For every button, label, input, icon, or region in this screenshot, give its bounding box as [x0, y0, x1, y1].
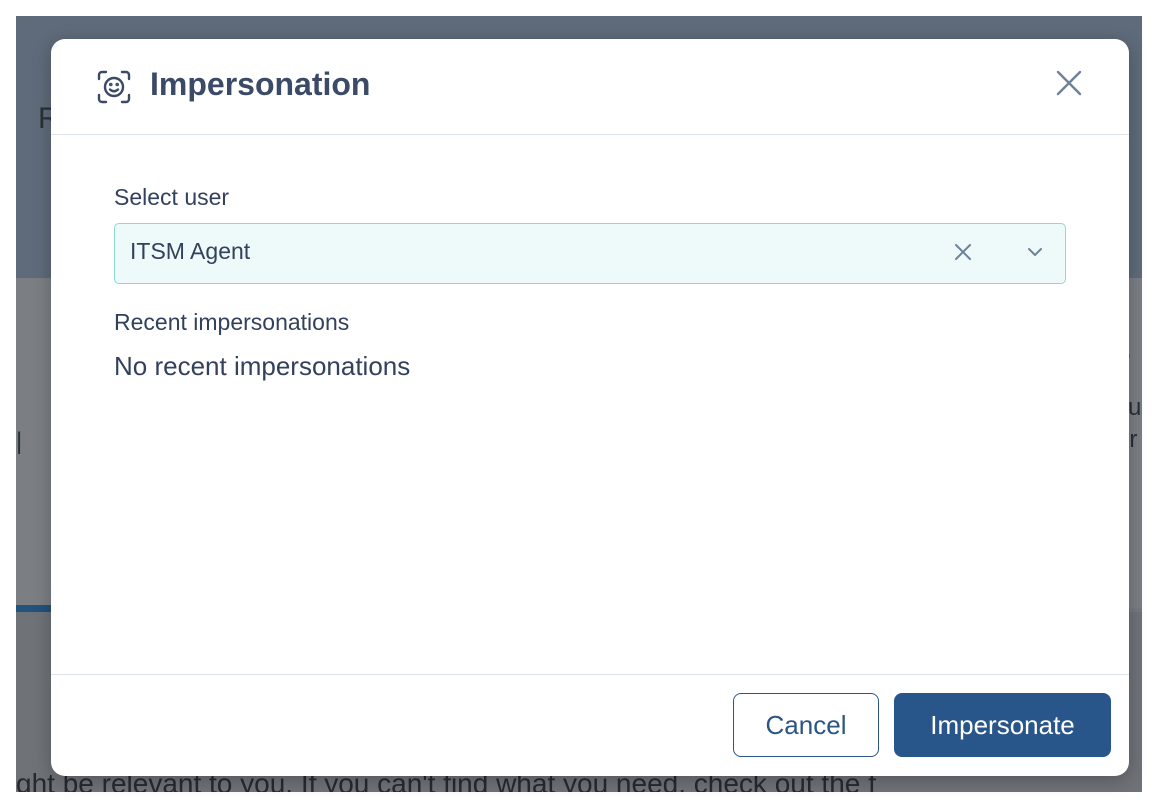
clear-selection-button[interactable]: [950, 241, 976, 267]
chevron-down-icon: [1026, 245, 1044, 263]
dialog-title: Impersonation: [150, 66, 371, 102]
cancel-button[interactable]: Cancel: [733, 693, 879, 757]
close-icon: [1056, 70, 1082, 101]
impersonation-dialog: Impersonation Select user ITSM Agent Rec…: [51, 39, 1129, 776]
face-scan-icon: [96, 69, 132, 105]
selected-user-value: ITSM Agent: [130, 238, 251, 264]
recent-impersonations-heading: Recent impersonations: [114, 309, 350, 335]
select-user-label: Select user: [114, 184, 230, 210]
clear-icon: [954, 243, 972, 266]
recent-impersonations-empty: No recent impersonations: [114, 351, 411, 381]
impersonate-button[interactable]: Impersonate: [894, 693, 1111, 757]
dialog-header: Impersonation: [51, 39, 1129, 135]
background-text-fragment: |: [16, 428, 23, 455]
dialog-footer: Cancel Impersonate: [51, 674, 1129, 776]
close-button[interactable]: [1051, 67, 1087, 103]
dropdown-toggle[interactable]: [1022, 241, 1048, 267]
user-select[interactable]: ITSM Agent: [114, 223, 1066, 284]
